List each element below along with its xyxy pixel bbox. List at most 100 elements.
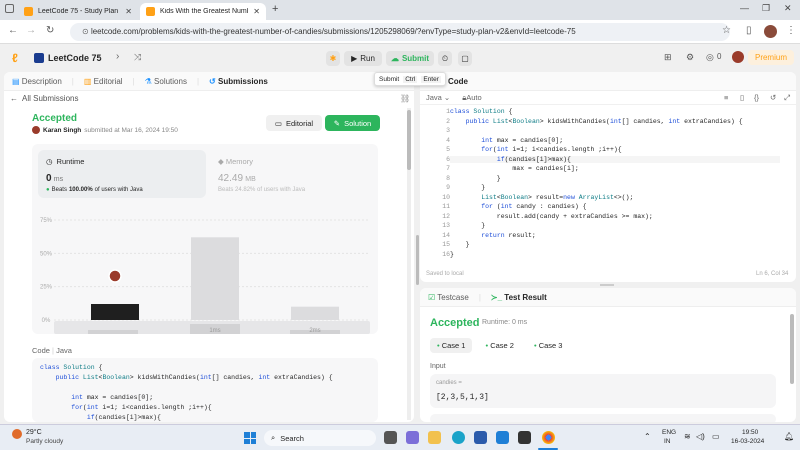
submit-button[interactable]: ☁ Submit (386, 51, 434, 66)
bar-2ms[interactable] (291, 306, 339, 320)
code-line[interactable]: public List<Boolean> kidsWithCandies(int… (450, 118, 743, 125)
notification-bell-icon[interactable]: 🔔︎ (784, 432, 794, 441)
side-panel-icon[interactable]: ▯ (746, 25, 752, 36)
reset-icon[interactable]: ↺ (770, 93, 776, 102)
next-problem-icon[interactable]: › (116, 51, 119, 62)
code-editor[interactable]: 1 class Solution {2 public List<Boolean> … (420, 108, 796, 266)
file-explorer-icon[interactable] (428, 431, 441, 444)
code-line[interactable]: } (450, 251, 454, 258)
editorial-button[interactable]: ▭ Editorial (266, 115, 322, 131)
forward-arrow-icon[interactable]: → (26, 25, 36, 36)
bookmark-star-icon[interactable]: ☆ (722, 25, 731, 36)
runtime-card[interactable]: ◷ Runtime 0 ms ● Beats 100.00% of users w… (38, 150, 206, 198)
left-scrollbar[interactable] (407, 108, 411, 420)
code-line[interactable]: for (int candy : candies) { (450, 203, 586, 210)
tab-actions-icon[interactable] (5, 4, 14, 13)
teams-icon[interactable] (406, 431, 419, 444)
reload-icon[interactable]: ↻ (46, 25, 54, 36)
clock-time[interactable]: 19:50 (742, 429, 758, 436)
bookmark-icon[interactable]: ▯ (740, 93, 744, 102)
tray-chevron-icon[interactable]: ⌃ (644, 432, 651, 441)
premium-button[interactable]: Premium (748, 50, 794, 65)
code-line[interactable]: if(candies[i]>max){ (450, 155, 780, 163)
code-line[interactable]: } (450, 222, 485, 229)
tab-editorial[interactable]: ▥ Editorial (84, 77, 123, 86)
format-icon[interactable]: ≡ (724, 93, 728, 102)
result-scrollbar[interactable] (790, 314, 794, 384)
fullscreen-icon[interactable]: ⤢ (784, 93, 790, 103)
horizontal-resize-handle[interactable] (600, 284, 614, 286)
code-line[interactable]: int max = candies[0]; (450, 137, 563, 144)
debug-icon[interactable]: ✱ (326, 51, 340, 66)
layout-grid-icon[interactable]: ⊞ (664, 52, 672, 63)
shuffle-icon[interactable]: ⤨ (134, 52, 141, 63)
leetcode-logo[interactable]: ℓ (12, 51, 18, 65)
profile-avatar[interactable] (764, 25, 777, 38)
tab-testcase[interactable]: ☑ Testcase (428, 293, 469, 302)
code-line[interactable]: result.add(candy + extraCandies >= max); (450, 213, 653, 220)
site-info-icon[interactable]: ⊙ (82, 27, 91, 36)
run-button[interactable]: ▶ Run (344, 51, 382, 66)
case-2-tab[interactable]: • Case 2 (478, 338, 520, 353)
code-line[interactable]: for(int i=1; i<candies.length ;i++){ (450, 146, 621, 153)
language-select[interactable]: Java ⌄ (426, 93, 450, 102)
bar-1ms[interactable] (191, 237, 239, 320)
bar-0ms[interactable] (91, 304, 139, 320)
user-avatar[interactable] (732, 51, 744, 63)
weather-icon[interactable] (12, 429, 22, 439)
weather-desc[interactable]: Partly cloudy (26, 438, 63, 445)
close-tab-icon[interactable]: ✕ (253, 7, 260, 16)
code-line[interactable]: } (450, 184, 485, 191)
url-field[interactable]: ⊙ leetcode.com/problems/kids-with-the-gr… (70, 23, 730, 41)
auto-mode[interactable]: 🔒︎Auto (462, 93, 481, 103)
dropbox-icon[interactable] (496, 431, 509, 444)
case-1-tab[interactable]: • Case 1 (430, 338, 473, 353)
scrollbar-thumb[interactable] (407, 110, 411, 170)
task-view-icon[interactable] (384, 431, 397, 444)
memory-header[interactable]: ◆ Memory (218, 157, 253, 166)
code-line[interactable]: } (450, 175, 501, 182)
tab-description[interactable]: ▤ Description (12, 77, 62, 86)
streak-fire-icon[interactable]: ◎ (706, 52, 714, 63)
vertical-resize-handle[interactable] (416, 235, 419, 285)
user-name[interactable]: Karan Singh (43, 127, 81, 134)
chrome-icon[interactable] (542, 431, 555, 444)
code-line[interactable]: return result; (450, 232, 536, 239)
windows-start-icon[interactable] (244, 432, 256, 444)
edge-icon[interactable] (452, 431, 465, 444)
tab-test-result[interactable]: ≻_ Test Result (491, 293, 547, 302)
code-line[interactable]: } (450, 241, 470, 248)
browser-tab-kids-candies[interactable]: Kids With the Greatest Number o ✕ (140, 3, 266, 20)
code-line[interactable]: class Solution { (450, 108, 512, 115)
close-tab-icon[interactable]: ✕ (125, 7, 132, 16)
tab-solutions[interactable]: ⚗ Solutions (145, 77, 187, 86)
braces-icon[interactable]: {} (754, 93, 759, 102)
region-code[interactable]: IN (664, 438, 671, 445)
maximize-button[interactable]: ❐ (762, 3, 770, 14)
browser-tab-study-plan[interactable]: LeetCode 75 - Study Plan - Leetc ✕ (18, 3, 138, 20)
new-tab-button[interactable]: + (272, 3, 278, 15)
app-icon[interactable] (518, 431, 531, 444)
code-line[interactable]: List<Boolean> result=new ArrayList<>(); (450, 194, 633, 201)
battery-icon[interactable]: ▭ (712, 432, 720, 441)
code-tab[interactable]: Code (448, 77, 468, 86)
prev-problem-icon[interactable]: ‹ (98, 51, 101, 62)
all-submissions-link[interactable]: ← All Submissions (10, 94, 78, 103)
case-3-tab[interactable]: • Case 3 (527, 338, 569, 353)
settings-gear-icon[interactable]: ⚙ (686, 52, 694, 63)
notes-icon[interactable]: ▢ (458, 51, 472, 66)
browser-menu-icon[interactable]: ⋮ (786, 25, 796, 36)
weather-temp[interactable]: 29°C (26, 429, 42, 436)
taskbar-search[interactable]: ⌕ Search (264, 430, 376, 446)
close-window-button[interactable]: ✕ (784, 3, 792, 14)
share-link-icon[interactable]: ⛓ (400, 94, 410, 103)
back-arrow-icon[interactable]: ← (8, 25, 18, 36)
tab-submissions[interactable]: ↺ Submissions (209, 77, 268, 86)
clock-date[interactable]: 16-03-2024 (731, 438, 764, 445)
wifi-icon[interactable]: ≋ (684, 432, 691, 441)
store-icon[interactable] (474, 431, 487, 444)
minimize-button[interactable]: — (740, 3, 749, 13)
volume-icon[interactable]: ◁) (696, 432, 705, 441)
code-line[interactable]: max = candies[i]; (450, 165, 578, 172)
study-plan-title[interactable]: LeetCode 75 (48, 53, 102, 63)
